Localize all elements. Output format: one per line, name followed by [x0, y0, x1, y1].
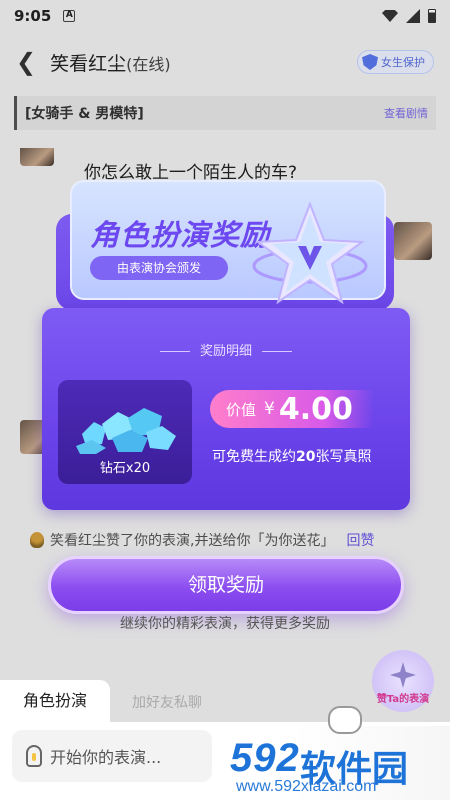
currency-symbol: ¥ — [264, 399, 275, 419]
free-text-pre: 可免费生成约 — [212, 449, 296, 465]
robot-icon — [328, 706, 362, 734]
diamond-icon — [76, 408, 176, 454]
reward-detail-title: 奖励明细 — [42, 340, 410, 359]
star-icon — [390, 662, 416, 688]
lightbulb-icon[interactable] — [26, 745, 42, 767]
claim-reward-button[interactable]: 领取奖励 — [48, 556, 404, 614]
free-text-post: 张写真照 — [315, 449, 372, 465]
more-rewards-text: 继续你的精彩表演，获得更多奖励 — [120, 616, 330, 632]
tab-private-chat[interactable]: 加好友私聊 — [112, 684, 222, 722]
watermark-logo: 592 — [230, 736, 300, 780]
free-generate-text: 可免费生成约20张写真照 — [212, 446, 371, 466]
free-count: 20 — [296, 449, 316, 465]
gem-label: 钻石x20 — [99, 461, 151, 476]
input-placeholder: 开始你的表演... — [50, 748, 162, 767]
reward-issuer: 由表演协会颁发 — [90, 256, 228, 280]
praise-performance-button[interactable]: 赞Ta的表演 — [372, 650, 434, 712]
watermark-url: www.592xiazai.com — [236, 778, 377, 795]
value-amount: 4.00 — [278, 391, 353, 427]
praise-label: 赞Ta的表演 — [376, 694, 430, 705]
star-badge-icon — [252, 201, 368, 305]
value-label: 价值 — [226, 400, 257, 419]
gem-reward-box: 钻石x20 — [58, 380, 192, 484]
performance-input[interactable]: 开始你的表演... — [12, 730, 212, 782]
tab-roleplay[interactable]: 角色扮演 — [0, 680, 110, 722]
value-pill: 价值 ¥ 4.00 — [210, 390, 374, 428]
reward-title: 角色扮演奖励 — [90, 218, 271, 252]
